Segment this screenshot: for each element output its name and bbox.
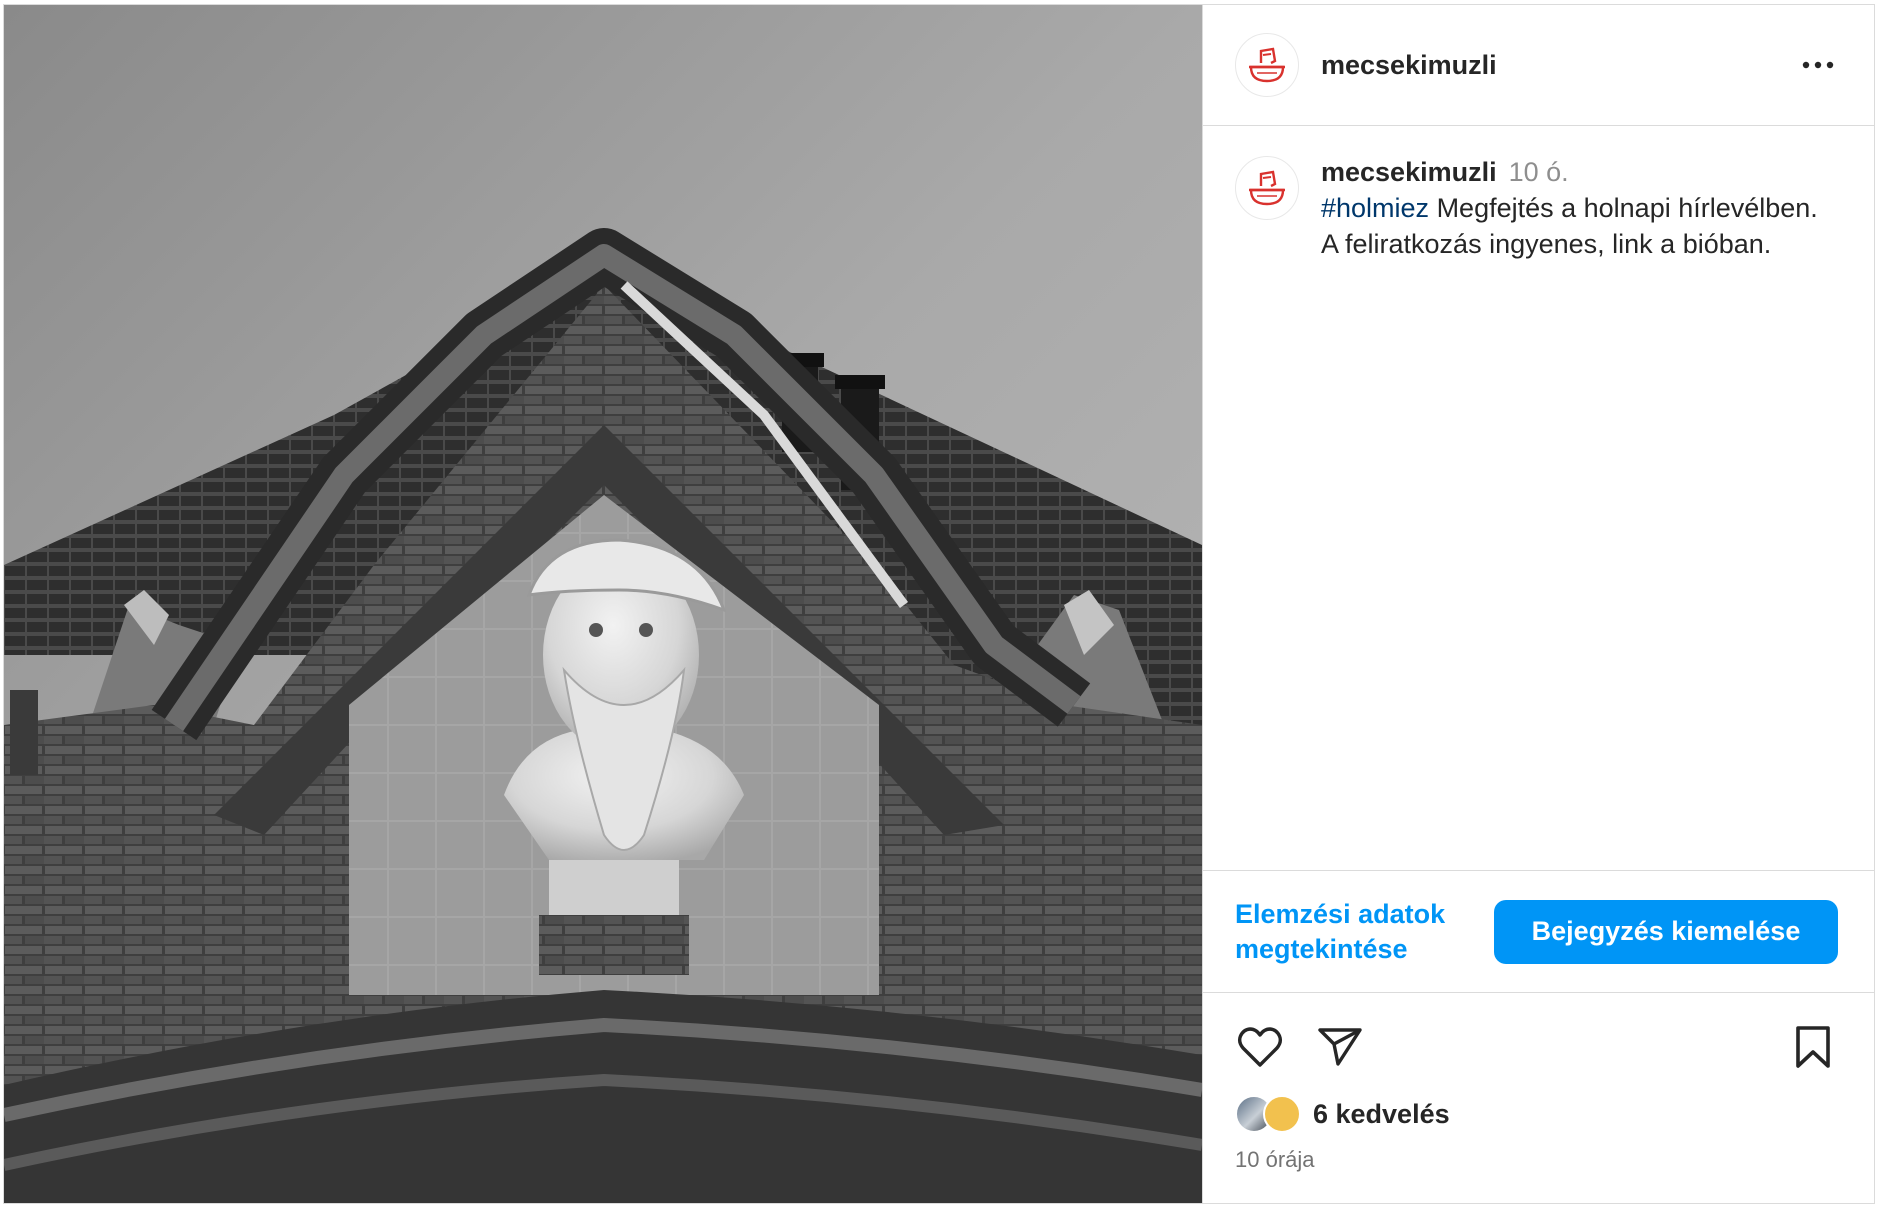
more-options-icon xyxy=(1802,61,1834,69)
hashtag-link[interactable]: #holmiez xyxy=(1321,193,1429,223)
caption-username[interactable]: mecsekimuzli xyxy=(1321,157,1497,187)
bookmark-icon xyxy=(1796,1026,1830,1068)
profile-avatar[interactable] xyxy=(1235,33,1299,97)
header-username[interactable]: mecsekimuzli xyxy=(1321,50,1798,81)
liker-avatars[interactable] xyxy=(1235,1095,1305,1133)
post-photo[interactable] xyxy=(4,5,1202,1203)
view-insights-link[interactable]: Elemzési adatok megtekintése xyxy=(1235,897,1465,967)
likes-count[interactable]: 6 kedvelés xyxy=(1313,1099,1450,1130)
caption-text: mecsekimuzli 10 ó. #holmiez Megfejtés a h… xyxy=(1321,154,1838,262)
post-side-panel: mecsekimuzli mecsekimuzli 10 ó. #holmiez… xyxy=(1202,5,1874,1203)
likes-row: 6 kedvelés xyxy=(1235,1095,1838,1133)
page: mecsekimuzli mecsekimuzli 10 ó. #holmiez… xyxy=(0,0,1880,1208)
share-button[interactable] xyxy=(1315,1022,1365,1072)
post-header: mecsekimuzli xyxy=(1203,5,1874,126)
liker-avatar xyxy=(1263,1095,1301,1133)
action-icons xyxy=(1235,1021,1838,1073)
like-button[interactable] xyxy=(1235,1022,1285,1072)
owner-actions: Elemzési adatok megtekintése Bejegyzés k… xyxy=(1203,870,1874,993)
building-gable-photo xyxy=(4,5,1202,1203)
more-options-button[interactable] xyxy=(1798,45,1838,85)
post-footer: 6 kedvelés 10 órája xyxy=(1203,993,1874,1203)
post-timestamp[interactable]: 10 órája xyxy=(1235,1147,1838,1173)
comments-section: mecsekimuzli 10 ó. #holmiez Megfejtés a h… xyxy=(1203,126,1874,870)
caption: mecsekimuzli 10 ó. #holmiez Megfejtés a h… xyxy=(1235,154,1838,262)
heart-icon xyxy=(1237,1027,1283,1067)
mug-fist-logo-icon xyxy=(1249,47,1285,83)
save-button[interactable] xyxy=(1788,1022,1838,1072)
post-dialog: mecsekimuzli mecsekimuzli 10 ó. #holmiez… xyxy=(3,4,1875,1204)
mug-fist-logo-icon xyxy=(1249,170,1285,206)
paper-plane-icon xyxy=(1318,1028,1362,1066)
caption-avatar[interactable] xyxy=(1235,156,1299,220)
boost-post-button[interactable]: Bejegyzés kiemelése xyxy=(1494,899,1838,964)
caption-time: 10 ó. xyxy=(1508,157,1569,187)
